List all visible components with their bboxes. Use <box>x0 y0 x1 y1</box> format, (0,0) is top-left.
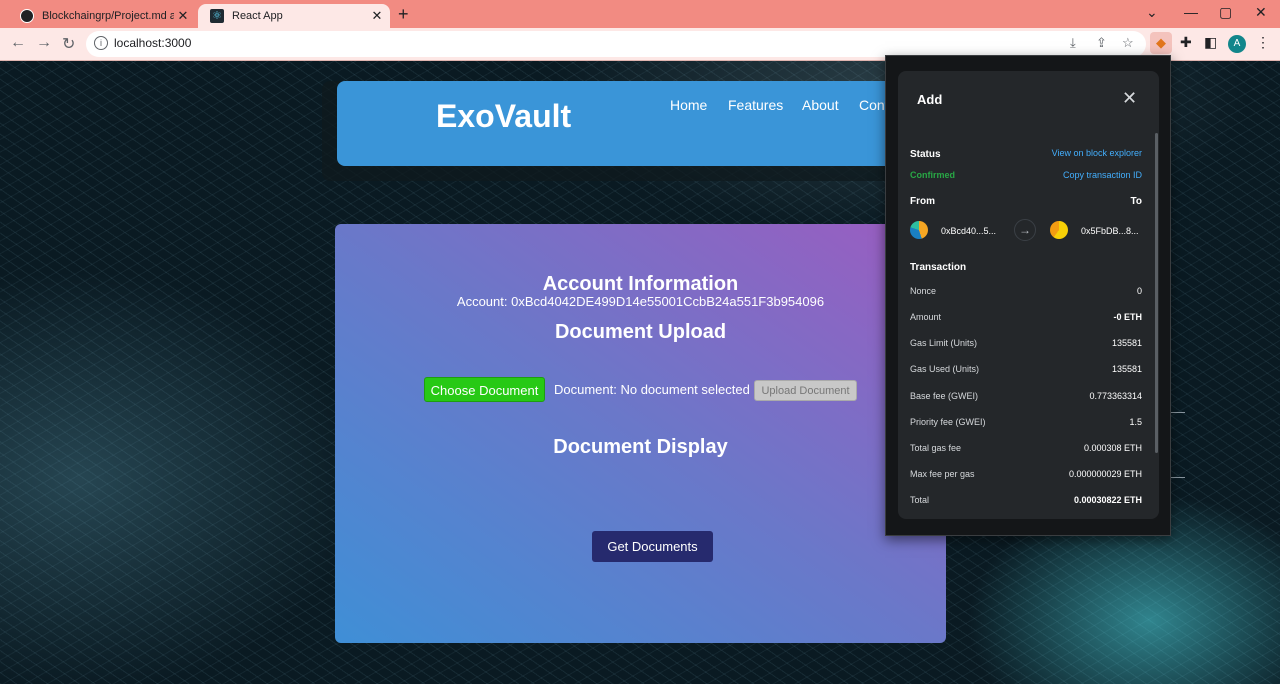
tx-value: 0.773363314 <box>1089 391 1142 401</box>
tx-value: 0.000308 ETH <box>1083 443 1142 453</box>
tx-value: 0.00030822 ETH <box>1073 495 1142 505</box>
tx-key: Max fee per gas <box>910 469 975 479</box>
github-icon <box>20 9 34 23</box>
close-tab-icon[interactable]: ✕ <box>368 8 386 24</box>
tx-key: Amount <box>910 312 942 322</box>
tx-key: Priority fee (GWEI) <box>910 417 986 427</box>
main-card: Account Information Account: 0xBcd4042DE… <box>335 224 946 643</box>
tx-value: -0 ETH <box>1113 312 1142 322</box>
choose-document-button[interactable]: Choose Document <box>424 377 545 402</box>
tab-react-app[interactable]: ⚛ React App ✕ <box>198 4 390 28</box>
display-heading: Document Display <box>553 436 728 458</box>
bookmark-star-icon[interactable]: ☆ <box>1122 35 1134 51</box>
share-icon[interactable]: ⇪ <box>1096 35 1107 51</box>
popup-title: Add <box>917 92 943 107</box>
nav-about[interactable]: About <box>802 97 839 113</box>
metamask-fox-icon[interactable]: ◆ <box>1150 32 1172 54</box>
tx-key: Total gas fee <box>910 443 962 453</box>
tx-value: 0 <box>1136 286 1142 296</box>
document-status: Document: No document selected <box>554 382 750 397</box>
close-icon[interactable]: ✕ <box>1122 88 1137 109</box>
tx-key: Gas Used (Units) <box>910 364 980 374</box>
tx-value: 135581 <box>1111 338 1142 348</box>
copy-transaction-id-link[interactable]: Copy transaction ID <box>1063 170 1142 180</box>
tx-value: 135581 <box>1111 364 1142 374</box>
status-confirmed: Confirmed <box>910 170 955 180</box>
from-address[interactable]: 0xBcd40...5... <box>941 226 996 236</box>
reload-icon[interactable]: ↻ <box>62 34 75 54</box>
from-label: From <box>910 196 935 207</box>
tx-key: Total <box>910 495 930 505</box>
upload-heading: Document Upload <box>554 321 727 343</box>
to-address[interactable]: 0x5FbDB...8... <box>1081 226 1139 236</box>
arrow-right-icon: → <box>1014 219 1036 241</box>
account-address: Account: 0xBcd4042DE499D14e55001CcbB24a5… <box>456 294 825 309</box>
transaction-label: Transaction <box>910 262 967 273</box>
url-text: localhost:3000 <box>114 36 192 50</box>
maximize-button[interactable]: ▢ <box>1219 4 1232 21</box>
site-logo: ExoVault <box>436 98 572 134</box>
address-bar[interactable]: i localhost:3000 ⤓ ⇪ ☆ <box>86 31 1146 57</box>
to-label: To <box>1130 196 1142 207</box>
new-tab-button[interactable]: + <box>398 4 409 24</box>
menu-kebab-icon[interactable]: ⋮ <box>1256 34 1270 51</box>
block-explorer-link[interactable]: View on block explorer <box>1052 148 1142 158</box>
extensions-puzzle-icon[interactable]: ✚ <box>1180 34 1192 51</box>
close-window-button[interactable]: ✕ <box>1255 4 1267 21</box>
from-account-identicon <box>910 221 928 239</box>
nav-features[interactable]: Features <box>728 97 783 113</box>
minimize-button[interactable]: — <box>1184 4 1198 20</box>
install-icon[interactable]: ⤓ <box>1070 35 1076 51</box>
nav-home[interactable]: Home <box>670 97 707 113</box>
tx-key: Gas Limit (Units) <box>910 338 978 348</box>
close-tab-icon[interactable]: ✕ <box>174 8 192 24</box>
transaction-details-panel: Add ✕ Status View on block explorer Conf… <box>898 71 1159 519</box>
upload-document-button[interactable]: Upload Document <box>754 380 857 401</box>
metamask-popup-window: Add ✕ Status View on block explorer Conf… <box>885 55 1171 536</box>
to-account-identicon <box>1050 221 1068 239</box>
tx-key: Base fee (GWEI) <box>910 391 979 401</box>
status-label: Status <box>910 149 941 160</box>
tab-title: Blockchaingrp/Project.md at ma <box>42 10 174 22</box>
tx-key: Nonce <box>910 286 937 296</box>
site-info-icon[interactable]: i <box>94 36 108 50</box>
tab-search-icon[interactable]: ⌄ <box>1146 4 1158 21</box>
account-heading: Account Information <box>542 273 739 295</box>
scrollbar[interactable] <box>1155 133 1158 453</box>
forward-icon[interactable]: → <box>36 34 52 52</box>
tab-strip: Blockchaingrp/Project.md at ma ✕ ⚛ React… <box>0 0 1280 28</box>
profile-avatar[interactable]: A <box>1228 35 1246 53</box>
back-icon[interactable]: ← <box>10 34 26 52</box>
react-icon: ⚛ <box>210 9 224 23</box>
tx-value: 0.000000029 ETH <box>1068 469 1142 479</box>
get-documents-button[interactable]: Get Documents <box>592 531 713 562</box>
site-header: ExoVault Home Features About Cont <box>337 81 937 166</box>
tx-value: 1.5 <box>1129 417 1142 427</box>
side-panel-icon[interactable]: ◧ <box>1204 34 1217 51</box>
tab-title: React App <box>232 10 283 22</box>
tab-github[interactable]: Blockchaingrp/Project.md at ma ✕ <box>8 4 196 28</box>
